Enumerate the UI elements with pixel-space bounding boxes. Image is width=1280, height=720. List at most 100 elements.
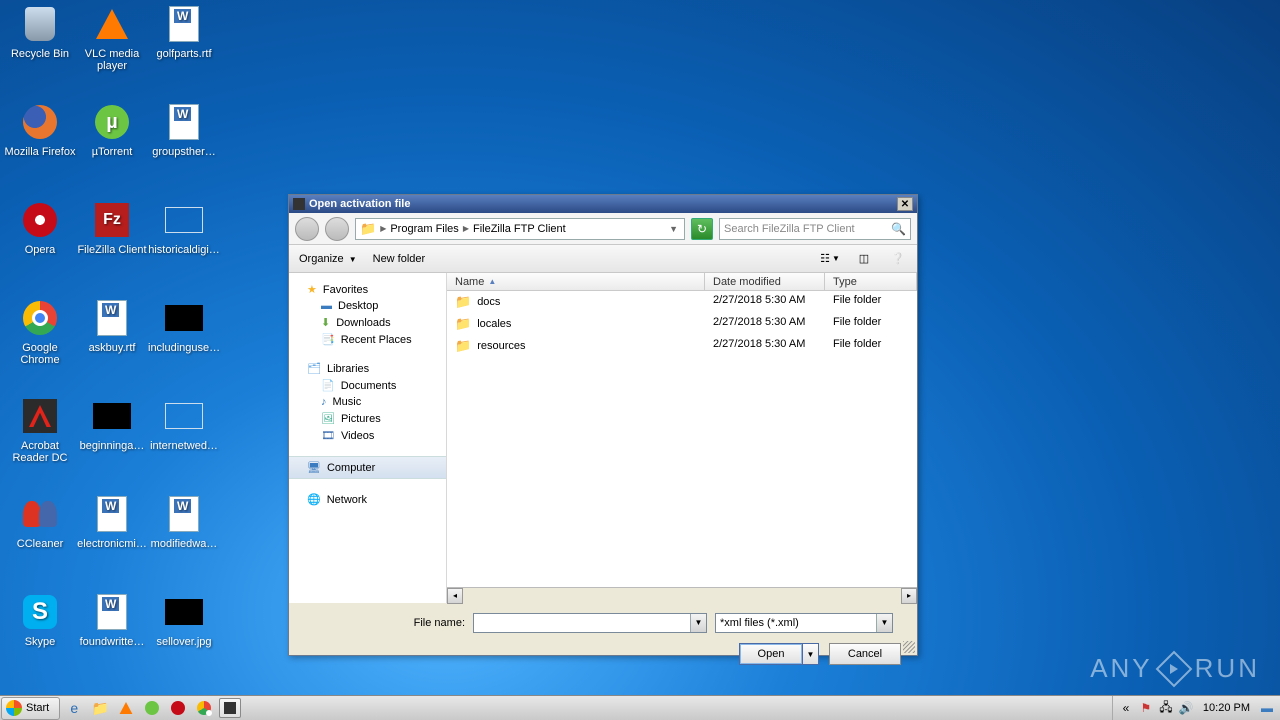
taskbar-vlc[interactable] bbox=[115, 698, 137, 718]
desktop-icon[interactable]: Google Chrome bbox=[4, 298, 76, 366]
sidebar-libraries[interactable]: 🗂Libraries bbox=[289, 360, 446, 377]
organize-menu[interactable]: Organize ▼ bbox=[299, 253, 357, 265]
titlebar[interactable]: Open activation file ✕ bbox=[289, 195, 917, 213]
open-file-dialog: Open activation file ✕ 📁 ▶ Program Files… bbox=[288, 194, 918, 656]
desktop-icon[interactable]: includinguse… bbox=[148, 298, 220, 354]
chevron-down-icon[interactable]: ▼ bbox=[667, 224, 680, 234]
tray-desktop-icon[interactable]: ▬ bbox=[1260, 701, 1274, 715]
toolbar: Organize ▼ New folder ☷ ▼ ◫ ❔ bbox=[289, 245, 917, 273]
cancel-button[interactable]: Cancel bbox=[829, 643, 901, 665]
resize-grip[interactable] bbox=[903, 641, 915, 653]
breadcrumb-part[interactable]: FileZilla FTP Client bbox=[473, 223, 566, 235]
new-folder-button[interactable]: New folder bbox=[373, 253, 426, 265]
search-placeholder: Search FileZilla FTP Client bbox=[724, 223, 855, 235]
taskbar-opera[interactable] bbox=[167, 698, 189, 718]
desktop-icon[interactable]: internetwed… bbox=[148, 396, 220, 452]
app-icon bbox=[293, 198, 305, 210]
sidebar-item-documents[interactable]: 📄Documents bbox=[289, 377, 446, 394]
sidebar-item-computer[interactable]: 🖥Computer bbox=[289, 456, 446, 479]
sidebar-item-downloads[interactable]: ⬇Downloads bbox=[289, 314, 446, 331]
desktop-icon[interactable]: CCleaner bbox=[4, 494, 76, 550]
scroll-right-button[interactable]: ▸ bbox=[901, 588, 917, 604]
chevron-right-icon: ▶ bbox=[461, 224, 471, 233]
folder-icon: 📁 bbox=[455, 294, 471, 310]
system-tray: « ⚑ 🖧 🔊 10:20 PM ▬ bbox=[1112, 696, 1280, 720]
desktop-icon[interactable]: beginninga… bbox=[76, 396, 148, 452]
breadcrumb-part[interactable]: Program Files bbox=[390, 223, 458, 235]
desktop-icon[interactable]: groupsther… bbox=[148, 102, 220, 158]
desktop-icon[interactable]: askbuy.rtf bbox=[76, 298, 148, 354]
sort-asc-icon: ▲ bbox=[488, 277, 496, 286]
file-list-header: Name ▲ Date modified Type bbox=[447, 273, 917, 291]
column-date[interactable]: Date modified bbox=[705, 273, 825, 290]
documents-icon: 📄 bbox=[321, 379, 335, 392]
close-button[interactable]: ✕ bbox=[897, 197, 913, 211]
forward-button[interactable] bbox=[325, 217, 349, 241]
desktop-icon[interactable]: electronicmi… bbox=[76, 494, 148, 550]
folder-icon: 📁 bbox=[455, 316, 471, 332]
filetype-dropdown[interactable]: ▼ bbox=[876, 614, 892, 632]
desktop-icon[interactable]: VLC media player bbox=[76, 4, 148, 72]
filetype-select[interactable]: *xml files (*.xml) ▼ bbox=[715, 613, 893, 633]
desktop-icon[interactable]: Recycle Bin bbox=[4, 4, 76, 60]
column-type[interactable]: Type bbox=[825, 273, 917, 290]
music-icon: ♪ bbox=[321, 396, 327, 408]
search-input[interactable]: Search FileZilla FTP Client 🔍 bbox=[719, 218, 911, 240]
star-icon: ★ bbox=[307, 283, 317, 296]
clock[interactable]: 10:20 PM bbox=[1199, 702, 1254, 714]
preview-pane-button[interactable]: ◫ bbox=[855, 250, 873, 268]
tray-network-icon[interactable]: 🖧 bbox=[1159, 701, 1173, 715]
tray-expand-icon[interactable]: « bbox=[1119, 701, 1133, 715]
sidebar-item-desktop[interactable]: ▬Desktop bbox=[289, 298, 446, 314]
play-icon bbox=[1155, 650, 1192, 687]
help-button[interactable]: ❔ bbox=[889, 250, 907, 268]
desktop-icon[interactable]: golfparts.rtf bbox=[148, 4, 220, 60]
sidebar-item-videos[interactable]: 🎞Videos bbox=[289, 427, 446, 444]
breadcrumb[interactable]: 📁 ▶ Program Files ▶ FileZilla FTP Client… bbox=[355, 218, 685, 240]
column-name[interactable]: Name ▲ bbox=[447, 273, 705, 290]
desktop-icon[interactable]: Opera bbox=[4, 200, 76, 256]
desktop-icon[interactable]: Acrobat Reader DC bbox=[4, 396, 76, 464]
desktop-icon[interactable]: µµTorrent bbox=[76, 102, 148, 158]
scroll-left-button[interactable]: ◂ bbox=[447, 588, 463, 604]
horizontal-scrollbar[interactable]: ◂ ▸ bbox=[447, 587, 917, 603]
desktop-icon[interactable]: Mozilla Firefox bbox=[4, 102, 76, 158]
search-icon[interactable]: 🔍 bbox=[891, 222, 906, 236]
sidebar-item-pictures[interactable]: 🖼Pictures bbox=[289, 410, 446, 427]
desktop-icon[interactable]: historicaldigi… bbox=[148, 200, 220, 256]
file-row[interactable]: 📁resources 2/27/2018 5:30 AM File folder bbox=[447, 335, 917, 357]
open-button[interactable]: Open bbox=[739, 643, 803, 665]
back-button[interactable] bbox=[295, 217, 319, 241]
file-row[interactable]: 📁locales 2/27/2018 5:30 AM File folder bbox=[447, 313, 917, 335]
sidebar-item-network[interactable]: 🌐Network bbox=[289, 491, 446, 508]
chevron-right-icon: ▶ bbox=[378, 224, 388, 233]
sidebar-item-music[interactable]: ♪Music bbox=[289, 394, 446, 410]
filename-input[interactable]: ▼ bbox=[473, 613, 707, 633]
sidebar: ★Favorites ▬Desktop ⬇Downloads 📑Recent P… bbox=[289, 273, 447, 603]
sidebar-item-recent[interactable]: 📑Recent Places bbox=[289, 331, 446, 348]
navbar: 📁 ▶ Program Files ▶ FileZilla FTP Client… bbox=[289, 213, 917, 245]
desktop-icon[interactable]: foundwritte… bbox=[76, 592, 148, 648]
scroll-track[interactable] bbox=[463, 588, 901, 603]
view-menu[interactable]: ☷ ▼ bbox=[821, 250, 839, 268]
desktop-icon[interactable]: FzFileZilla Client bbox=[76, 200, 148, 256]
sidebar-favorites[interactable]: ★Favorites bbox=[289, 281, 446, 298]
desktop-icon[interactable]: sellover.jpg bbox=[148, 592, 220, 648]
taskbar-utorrent[interactable] bbox=[141, 698, 163, 718]
libraries-icon: 🗂 bbox=[307, 362, 321, 375]
taskbar-chrome[interactable] bbox=[193, 698, 215, 718]
recent-icon: 📑 bbox=[321, 333, 335, 346]
taskbar-explorer[interactable]: 📁 bbox=[89, 698, 111, 718]
start-button[interactable]: Start bbox=[1, 697, 60, 720]
windows-icon bbox=[6, 700, 22, 716]
desktop-icon[interactable]: modifiedwa… bbox=[148, 494, 220, 550]
filename-dropdown[interactable]: ▼ bbox=[690, 614, 706, 632]
tray-flag-icon[interactable]: ⚑ bbox=[1139, 701, 1153, 715]
open-button-dropdown[interactable]: ▼ bbox=[803, 643, 819, 665]
desktop-icon[interactable]: SSkype bbox=[4, 592, 76, 648]
refresh-button[interactable]: ↻ bbox=[691, 218, 713, 240]
taskbar-ie[interactable]: e bbox=[63, 698, 85, 718]
file-row[interactable]: 📁docs 2/27/2018 5:30 AM File folder bbox=[447, 291, 917, 313]
taskbar-active-app[interactable] bbox=[219, 698, 241, 718]
tray-volume-icon[interactable]: 🔊 bbox=[1179, 701, 1193, 715]
